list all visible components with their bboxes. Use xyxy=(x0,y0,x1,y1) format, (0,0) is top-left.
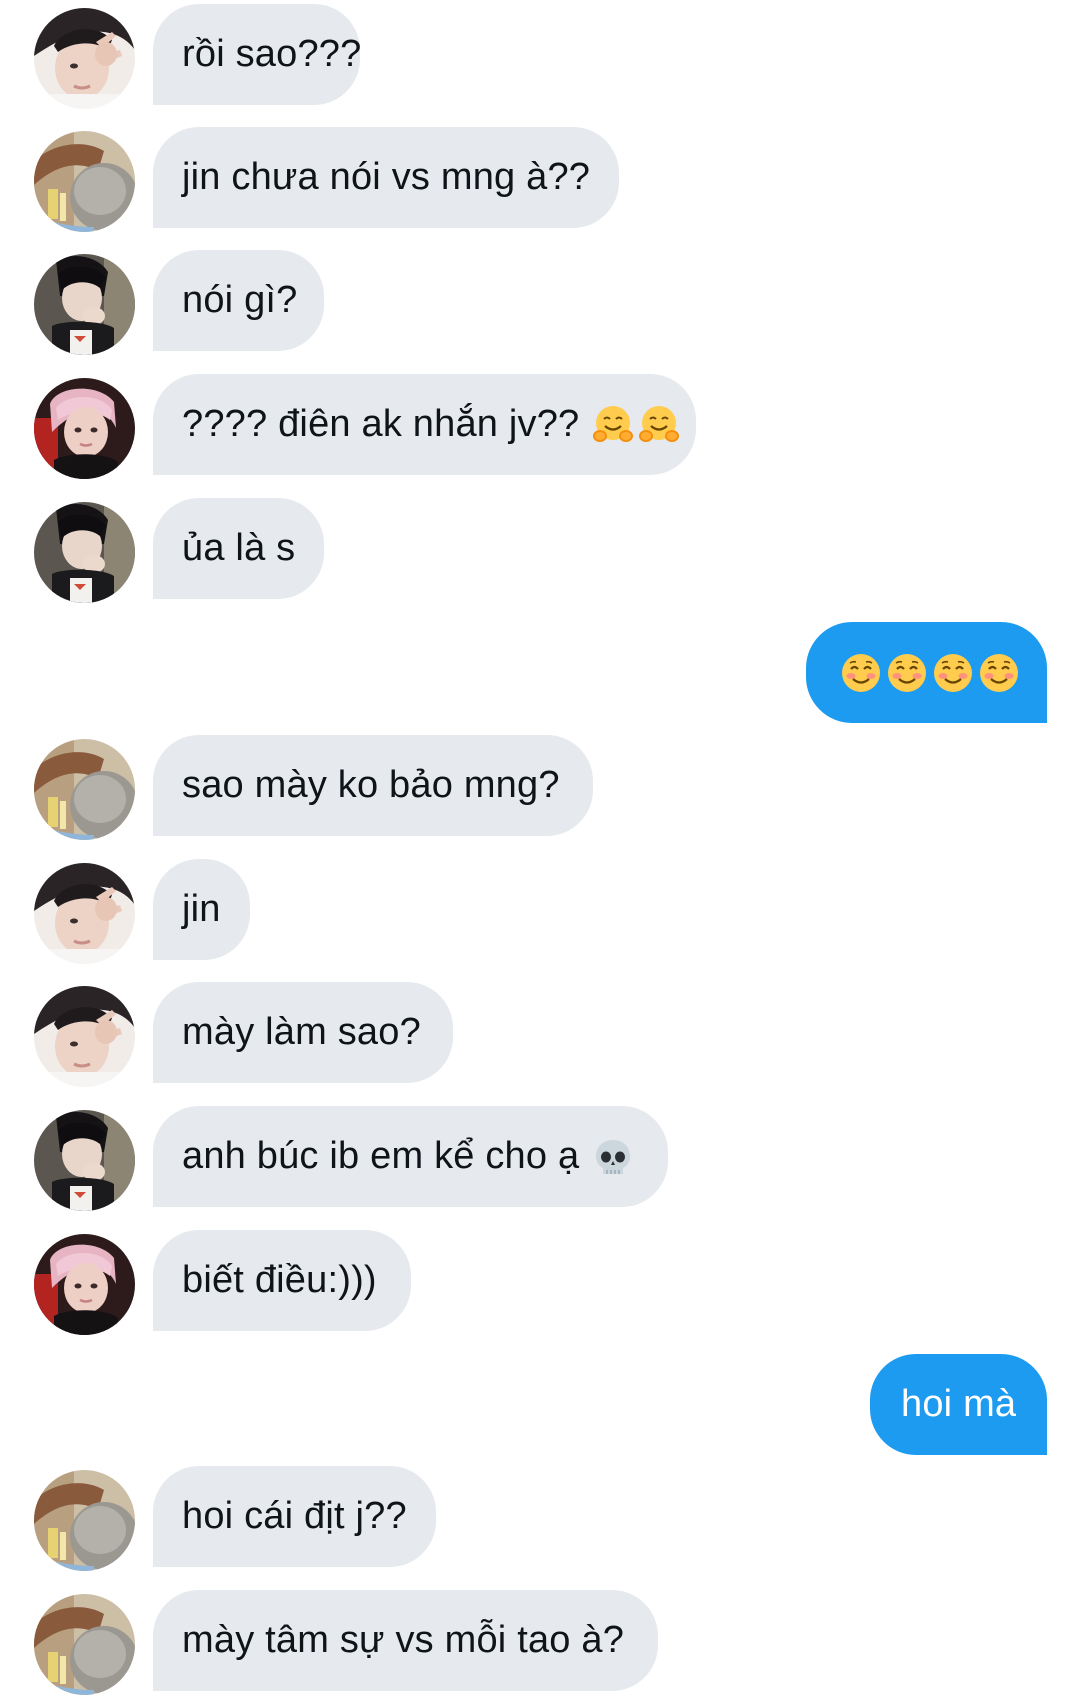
message-bubble[interactable]: ???? điên ak nhắn jv?? xyxy=(153,374,696,475)
message-row: mày làm sao? xyxy=(0,982,1080,1087)
message-bubble[interactable]: mày tâm sự vs mỗi tao à? xyxy=(153,1590,658,1691)
avatar[interactable] xyxy=(34,378,135,479)
avatar[interactable] xyxy=(34,863,135,964)
message-text: jin chưa nói vs mng à?? xyxy=(182,156,591,198)
avatar[interactable] xyxy=(34,502,135,603)
skull-emoji xyxy=(591,1135,635,1179)
message-row: sao mày ko bảo mng? xyxy=(0,735,1080,840)
message-text: mày tâm sự vs mỗi tao à? xyxy=(182,1619,625,1661)
message-row: mày tâm sự vs mỗi tao à? xyxy=(0,1590,1080,1695)
message-row: hoi mà xyxy=(0,1354,1080,1458)
message-bubble-outgoing[interactable] xyxy=(806,622,1047,723)
hugging-face-emoji xyxy=(591,403,635,447)
message-row: jin xyxy=(0,859,1080,964)
message-bubble-outgoing[interactable]: hoi mà xyxy=(870,1354,1047,1455)
avatar[interactable] xyxy=(34,1234,135,1335)
message-row: nói gì? xyxy=(0,250,1080,355)
message-row: anh búc ib em kể cho ạ xyxy=(0,1106,1080,1211)
avatar[interactable] xyxy=(34,1110,135,1211)
avatar[interactable] xyxy=(34,986,135,1087)
message-text: ???? điên ak nhắn jv?? xyxy=(182,403,580,445)
smiling-face-emoji xyxy=(839,651,883,695)
message-text: jin xyxy=(182,888,221,930)
message-row xyxy=(0,622,1080,726)
avatar[interactable] xyxy=(34,254,135,355)
message-text: hoi mà xyxy=(901,1383,1017,1425)
message-row: rồi sao??? xyxy=(0,4,1080,109)
smiling-face-emoji xyxy=(977,651,1021,695)
message-text: mày làm sao? xyxy=(182,1011,421,1053)
dm-conversation: rồi sao??? jin chưa nói vs mng à?? nói g… xyxy=(0,0,1080,1695)
hugging-face-emoji xyxy=(637,403,681,447)
avatar[interactable] xyxy=(34,1594,135,1695)
avatar[interactable] xyxy=(34,739,135,840)
smiling-face-emoji xyxy=(885,651,929,695)
message-row: ???? điên ak nhắn jv?? xyxy=(0,374,1080,479)
message-text: sao mày ko bảo mng? xyxy=(182,764,560,806)
smiling-face-emoji xyxy=(931,651,975,695)
message-bubble[interactable]: mày làm sao? xyxy=(153,982,453,1083)
message-bubble[interactable]: anh búc ib em kể cho ạ xyxy=(153,1106,668,1207)
message-bubble[interactable]: ủa là s xyxy=(153,498,324,599)
avatar[interactable] xyxy=(34,8,135,109)
message-bubble[interactable]: biết điều:))) xyxy=(153,1230,411,1331)
message-bubble[interactable]: jin chưa nói vs mng à?? xyxy=(153,127,619,228)
message-bubble[interactable]: hoi cái địt j?? xyxy=(153,1466,436,1567)
message-text: anh búc ib em kể cho ạ xyxy=(182,1135,580,1177)
message-row: jin chưa nói vs mng à?? xyxy=(0,127,1080,232)
message-text: rồi sao??? xyxy=(182,33,362,75)
message-bubble[interactable]: rồi sao??? xyxy=(153,4,362,105)
avatar[interactable] xyxy=(34,1470,135,1571)
message-bubble[interactable]: jin xyxy=(153,859,250,960)
message-bubble[interactable]: nói gì? xyxy=(153,250,324,351)
message-text: nói gì? xyxy=(182,279,298,321)
message-row: hoi cái địt j?? xyxy=(0,1466,1080,1571)
message-row: ủa là s xyxy=(0,498,1080,603)
avatar[interactable] xyxy=(34,131,135,232)
message-bubble[interactable]: sao mày ko bảo mng? xyxy=(153,735,593,836)
message-text: biết điều:))) xyxy=(182,1259,377,1301)
message-text: hoi cái địt j?? xyxy=(182,1495,407,1537)
message-row: biết điều:))) xyxy=(0,1230,1080,1335)
message-text: ủa là s xyxy=(182,527,296,569)
